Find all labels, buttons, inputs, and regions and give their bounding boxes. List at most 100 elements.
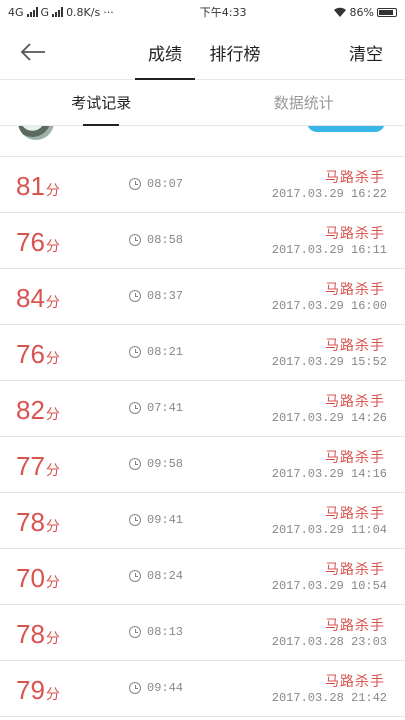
record-row[interactable]: 84 分 08:37 马路杀手 2017.03.29 16:00 <box>0 269 405 325</box>
record-duration: 08:24 <box>129 569 183 583</box>
score-unit: 分 <box>45 575 60 591</box>
record-duration: 08:37 <box>129 289 183 303</box>
score-unit: 分 <box>45 351 60 367</box>
duration-value: 08:21 <box>147 345 184 359</box>
clock-icon <box>129 626 141 638</box>
status-left: 4G G 0.8K/s ··· <box>8 6 114 19</box>
duration-value: 08:24 <box>147 569 184 583</box>
sub-tabs: 考试记录 数据统计 <box>0 80 405 126</box>
record-date: 2017.03.29 16:11 <box>271 243 387 257</box>
duration-value: 07:41 <box>147 401 184 415</box>
record-title: 马路杀手 <box>325 674 385 690</box>
record-date: 2017.03.28 23:03 <box>271 635 387 649</box>
record-row[interactable]: 78 分 09:41 马路杀手 2017.03.29 11:04 <box>0 493 405 549</box>
record-score: 76 分 <box>16 339 60 370</box>
duration-value: 09:58 <box>147 457 184 471</box>
record-title: 马路杀手 <box>325 506 385 522</box>
record-duration: 07:41 <box>129 401 183 415</box>
back-arrow-icon <box>20 43 45 61</box>
avatar <box>18 126 54 140</box>
clock-icon <box>129 682 141 694</box>
clear-button[interactable]: 清空 <box>349 24 383 80</box>
record-title: 马路杀手 <box>325 450 385 466</box>
record-title: 马路杀手 <box>325 170 385 186</box>
record-row[interactable]: 77 分 09:58 马路杀手 2017.03.29 14:16 <box>0 437 405 493</box>
clock-icon <box>129 514 141 526</box>
record-score: 76 分 <box>16 227 60 258</box>
record-row[interactable]: 78 分 08:13 马路杀手 2017.03.28 23:03 <box>0 605 405 661</box>
record-row[interactable]: 70 分 08:24 马路杀手 2017.03.29 10:54 <box>0 549 405 605</box>
score-unit: 分 <box>45 239 60 255</box>
score-unit: 分 <box>45 631 60 647</box>
duration-value: 09:44 <box>147 681 184 695</box>
record-row[interactable]: 76 分 08:21 马路杀手 2017.03.29 15:52 <box>0 325 405 381</box>
score-unit: 分 <box>45 407 60 423</box>
record-duration: 09:58 <box>129 457 183 471</box>
score-unit: 分 <box>45 687 60 703</box>
notification-dots: ··· <box>103 5 114 19</box>
score-value: 76 <box>16 227 45 257</box>
status-right: 86% <box>333 6 397 19</box>
signal-icon <box>26 7 38 17</box>
tab-ranking[interactable]: 排行榜 <box>200 24 270 80</box>
score-value: 70 <box>16 563 45 593</box>
record-row[interactable]: 76 分 08:58 马路杀手 2017.03.29 16:11 <box>0 213 405 269</box>
battery-icon <box>377 7 397 17</box>
record-score: 81 分 <box>16 171 60 202</box>
record-date: 2017.03.29 14:26 <box>271 411 387 425</box>
score-unit: 分 <box>45 463 60 479</box>
back-button[interactable] <box>16 38 50 66</box>
clock-icon <box>129 570 141 582</box>
record-title: 马路杀手 <box>325 282 385 298</box>
score-value: 76 <box>16 339 45 369</box>
record-score: 84 分 <box>16 283 60 314</box>
record-date: 2017.03.28 21:42 <box>271 691 387 705</box>
clock-icon <box>129 402 141 414</box>
record-duration: 08:21 <box>129 345 183 359</box>
record-row[interactable]: 79 分 09:44 马路杀手 2017.03.28 21:42 <box>0 661 405 717</box>
score-value: 82 <box>16 395 45 425</box>
record-date: 2017.03.29 14:16 <box>271 467 387 481</box>
record-score: 78 分 <box>16 507 60 538</box>
record-duration: 08:58 <box>129 233 183 247</box>
summary-action-button[interactable] <box>307 126 385 132</box>
record-title: 马路杀手 <box>325 338 385 354</box>
record-duration: 09:44 <box>129 681 183 695</box>
record-title: 马路杀手 <box>325 394 385 410</box>
header: 成绩 排行榜 清空 <box>0 24 405 80</box>
record-duration: 08:13 <box>129 625 183 639</box>
signal-icon-2 <box>52 7 64 17</box>
status-time: 下午4:33 <box>199 6 247 19</box>
tab-scores[interactable]: 成绩 <box>130 24 200 80</box>
tab-statistics[interactable]: 数据统计 <box>203 80 405 125</box>
score-value: 77 <box>16 451 45 481</box>
record-row[interactable]: 82 分 07:41 马路杀手 2017.03.29 14:26 <box>0 381 405 437</box>
clock-icon <box>129 346 141 358</box>
score-value: 79 <box>16 675 45 705</box>
network-speed: 0.8K/s <box>66 5 101 19</box>
carrier-label: G <box>40 5 50 19</box>
record-title: 马路杀手 <box>325 226 385 242</box>
tab-exam-records[interactable]: 考试记录 <box>0 80 203 126</box>
clock-icon <box>129 290 141 302</box>
record-row[interactable]: 81 分 08:07 马路杀手 2017.03.29 16:22 <box>0 157 405 213</box>
record-list: 81 分 08:07 马路杀手 2017.03.29 16:22 76 分 08… <box>0 157 405 717</box>
duration-value: 09:41 <box>147 513 184 527</box>
record-date: 2017.03.29 16:22 <box>271 187 387 201</box>
record-date: 2017.03.29 10:54 <box>271 579 387 593</box>
record-date: 2017.03.29 15:52 <box>271 355 387 369</box>
record-score: 79 分 <box>16 675 60 706</box>
record-score: 77 分 <box>16 451 60 482</box>
record-duration: 09:41 <box>129 513 183 527</box>
score-value: 78 <box>16 507 45 537</box>
network-label: 4G <box>8 5 24 19</box>
score-unit: 分 <box>45 183 60 199</box>
record-date: 2017.03.29 11:04 <box>271 523 387 537</box>
clock-icon <box>129 178 141 190</box>
score-value: 78 <box>16 619 45 649</box>
record-score: 78 分 <box>16 619 60 650</box>
scrolled-summary-card <box>0 126 405 157</box>
record-score: 82 分 <box>16 395 60 426</box>
wifi-icon <box>333 7 346 17</box>
clock-icon <box>129 458 141 470</box>
